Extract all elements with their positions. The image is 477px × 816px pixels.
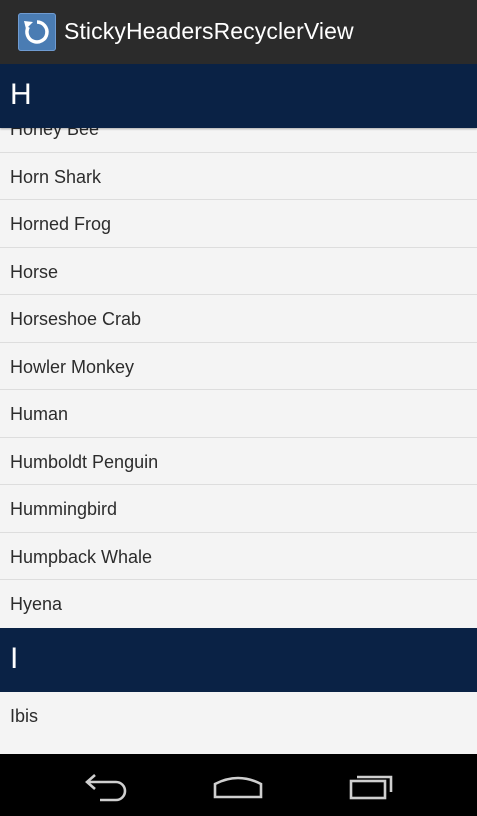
list-item-label: Hummingbird — [10, 499, 118, 519]
list-item-label: Ibis — [10, 705, 39, 726]
list-item-label: Hyena — [10, 594, 63, 614]
list-item[interactable]: Horn Shark — [0, 153, 477, 200]
list-item-label: Human — [10, 404, 69, 424]
list-items: Honey Bee Horn Shark Horned Frog Horse H… — [0, 105, 477, 739]
list-item[interactable]: Hummingbird — [0, 485, 477, 533]
list-item[interactable]: Horned Frog — [0, 200, 477, 248]
list-item[interactable]: Howler Monkey — [0, 343, 477, 390]
list-item[interactable]: Humboldt Penguin — [0, 438, 477, 485]
sticky-header-letter: H — [10, 78, 32, 111]
refresh-icon[interactable] — [18, 13, 56, 51]
list-item-label: Horned Frog — [10, 214, 112, 234]
action-bar: StickyHeadersRecyclerView — [0, 0, 477, 64]
section-header-letter: I — [10, 641, 19, 675]
list-item[interactable]: Ibis — [0, 692, 477, 740]
sticky-section-header: H — [0, 64, 477, 128]
recycler-list[interactable]: H Honey Bee Horn Shark Horned Frog Horse… — [0, 64, 477, 754]
back-arrow-icon[interactable] — [80, 770, 130, 802]
list-item[interactable]: Horse — [0, 248, 477, 295]
list-item[interactable]: Horseshoe Crab — [0, 295, 477, 343]
list-item-label: Humpback Whale — [10, 546, 153, 567]
list-item-label: Horn Shark — [10, 166, 102, 187]
recent-apps-icon[interactable] — [348, 770, 398, 802]
list-item-label: Horseshoe Crab — [10, 309, 142, 329]
list-item[interactable]: Humpback Whale — [0, 533, 477, 580]
list-item-label: Howler Monkey — [10, 356, 135, 377]
list-item[interactable]: Human — [0, 390, 477, 438]
section-header: I — [0, 627, 477, 692]
home-icon[interactable] — [212, 770, 264, 802]
list-item-label: Humboldt Penguin — [10, 451, 159, 472]
app-title: StickyHeadersRecyclerView — [64, 18, 354, 44]
navigation-bar — [0, 754, 477, 816]
list-item[interactable]: Hyena — [0, 580, 477, 628]
list-item-label: Horse — [10, 261, 59, 282]
